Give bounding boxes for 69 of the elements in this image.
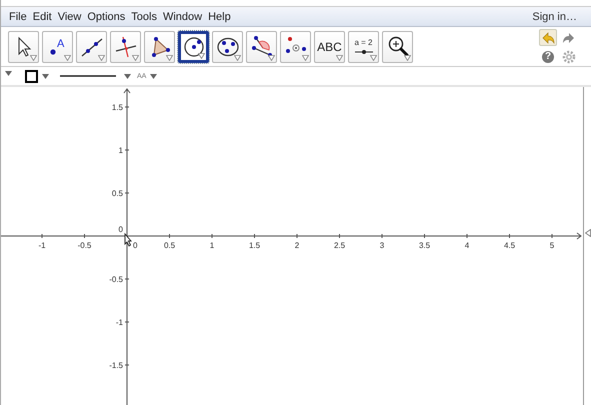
toggle-triangle-icon[interactable]	[5, 70, 12, 76]
tick-label: 3.5	[418, 241, 430, 250]
tool-button[interactable]	[144, 30, 175, 62]
dropdown-triangle-icon	[98, 54, 105, 60]
help-button[interactable]: ?	[539, 48, 557, 65]
tool-button[interactable]: ABC	[314, 30, 345, 62]
dropdown-triangle-icon	[404, 54, 411, 60]
tick-label: 1	[118, 146, 123, 155]
dropdown-triangle-icon	[268, 54, 275, 60]
dropdown-triangle-icon	[370, 54, 377, 60]
tick-label: 1.5	[248, 241, 260, 250]
dropdown-triangle-icon	[336, 54, 343, 60]
dropdown-triangle-icon	[64, 54, 71, 60]
caret-icon	[42, 74, 49, 78]
dropdown-triangle-icon	[132, 54, 139, 60]
menu-item[interactable]: Options	[84, 10, 128, 22]
tick-label: -0.5	[78, 241, 92, 250]
collapse-arrow-icon[interactable]	[585, 229, 591, 237]
color-button[interactable]	[22, 68, 52, 84]
graphics-view[interactable]: -1 -0.5 0 0.5 1 1.5 2 2.5 3 3.5 4 4.5 5 1.5 1 0.5 0 -0.5 -1 -1.5	[1, 87, 583, 405]
menu-item[interactable]: Tools	[128, 10, 160, 22]
menu-item[interactable]: View	[54, 10, 84, 22]
tick-label: -0.5	[109, 275, 123, 284]
tool-button[interactable]	[110, 30, 141, 62]
tick-label: 1	[210, 241, 214, 250]
tick-label: -1.5	[109, 361, 123, 370]
tool-button[interactable]: a = 2	[348, 30, 379, 62]
circle-icon	[182, 34, 206, 58]
dropdown-triangle-icon	[166, 54, 173, 60]
tick-label: 0	[133, 241, 138, 250]
dropdown-triangle-icon	[198, 52, 205, 58]
menu-item[interactable]: Help	[205, 10, 234, 22]
menu-item[interactable]: Edit	[30, 10, 55, 22]
caret-icon	[124, 74, 131, 78]
line-style-icon	[60, 74, 116, 78]
sign-in-link[interactable]: Sign in…	[529, 10, 587, 22]
caret-icon	[150, 74, 158, 78]
tick-label: 0.5	[164, 241, 176, 250]
tool-button[interactable]	[382, 30, 413, 62]
gear-icon	[562, 50, 576, 64]
tool-button[interactable]	[246, 30, 277, 62]
tick-label: 0	[118, 225, 123, 234]
menu-item[interactable]: File	[6, 10, 30, 22]
color-swatch-icon	[25, 70, 38, 82]
tick-label: 3	[380, 241, 384, 250]
perpendicular-lines-icon	[114, 34, 138, 58]
undo-button[interactable]	[539, 29, 557, 46]
tick-label: -1	[38, 241, 46, 250]
tool-button[interactable]	[178, 30, 209, 62]
tool-button[interactable]	[8, 30, 39, 62]
tool-button[interactable]	[280, 30, 311, 62]
dropdown-triangle-icon	[30, 54, 37, 60]
tick-label: 1.5	[112, 103, 123, 112]
redo-icon	[562, 32, 576, 44]
tool-button[interactable]	[212, 30, 243, 62]
dropdown-triangle-icon	[302, 54, 309, 60]
tick-label: 4	[464, 241, 470, 250]
slider-icon	[354, 48, 374, 54]
tick-label: 0.5	[112, 189, 123, 198]
tick-label: 5	[550, 241, 554, 250]
menu-item[interactable]: Window	[160, 10, 206, 22]
undo-icon	[541, 32, 555, 44]
tick-label: 2	[294, 241, 300, 250]
tick-label: 4.5	[504, 241, 516, 250]
tick-label: -1	[116, 318, 123, 327]
cursor-icon	[124, 232, 132, 247]
dropdown-triangle-icon	[234, 54, 241, 60]
tool-button[interactable]	[76, 30, 107, 62]
tick-label: 2.5	[334, 241, 346, 250]
